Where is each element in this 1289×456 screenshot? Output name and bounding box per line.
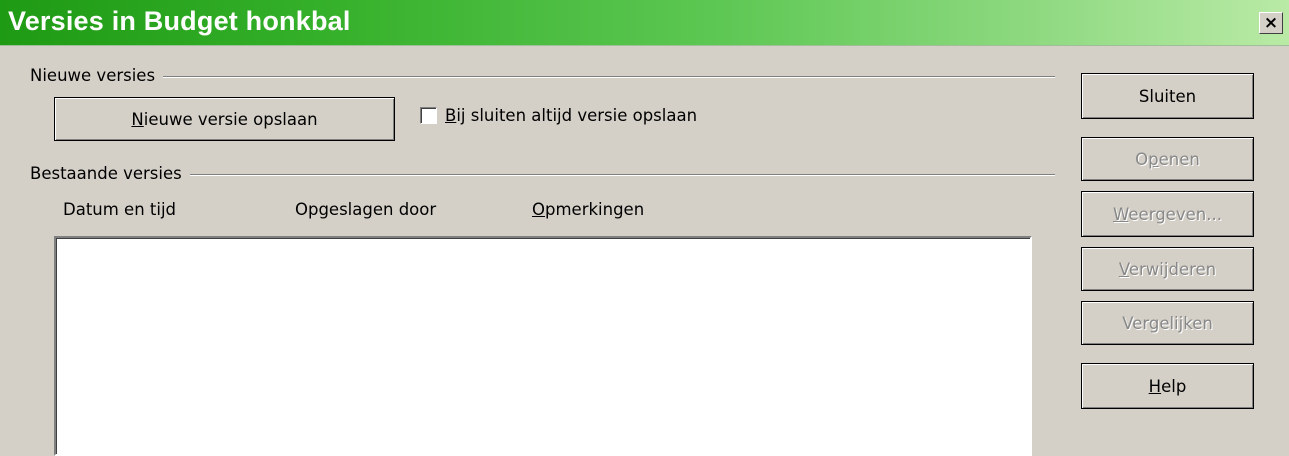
new-versions-group-label: Nieuwe versies — [30, 66, 164, 85]
column-header-comments[interactable]: Opmerkingen — [532, 200, 644, 219]
auto-save-checkbox[interactable] — [420, 107, 437, 124]
column-header-saved-by[interactable]: Opgeslagen door — [295, 200, 436, 219]
auto-save-checkbox-label[interactable]: Bij sluiten altijd versie opslaan — [445, 106, 697, 125]
title-bar[interactable]: Versies in Budget honkbal × — [0, 0, 1289, 46]
show-button-label: Weergeven... — [1113, 204, 1222, 224]
existing-versions-group-label: Bestaande versies — [30, 164, 190, 183]
save-new-version-label: Nieuwe versie opslaan — [131, 109, 318, 129]
compare-button[interactable]: Vergelijken — [1081, 301, 1254, 345]
column-header-date[interactable]: Datum en tijd — [63, 200, 176, 219]
save-new-version-button[interactable]: Nieuwe versie opslaan — [54, 97, 395, 141]
close-button[interactable]: Sluiten — [1081, 73, 1254, 119]
delete-button-label: Verwijderen — [1118, 259, 1217, 279]
close-glyph: × — [1263, 12, 1279, 33]
close-button-label: Sluiten — [1138, 86, 1197, 106]
delete-button[interactable]: Verwijderen — [1081, 247, 1254, 291]
close-icon[interactable]: × — [1259, 12, 1283, 34]
compare-button-label: Vergelijken — [1122, 313, 1213, 333]
window-title: Versies in Budget honkbal — [8, 6, 351, 36]
auto-save-option[interactable]: Bij sluiten altijd versie opslaan — [420, 106, 697, 125]
versions-list[interactable] — [54, 236, 1032, 456]
open-button[interactable]: Openen — [1081, 137, 1254, 181]
open-button-label: Openen — [1135, 149, 1200, 169]
help-button[interactable]: Help — [1081, 363, 1254, 409]
help-button-label: Help — [1148, 376, 1187, 396]
new-versions-separator — [30, 76, 1055, 78]
show-button[interactable]: Weergeven... — [1081, 191, 1254, 237]
